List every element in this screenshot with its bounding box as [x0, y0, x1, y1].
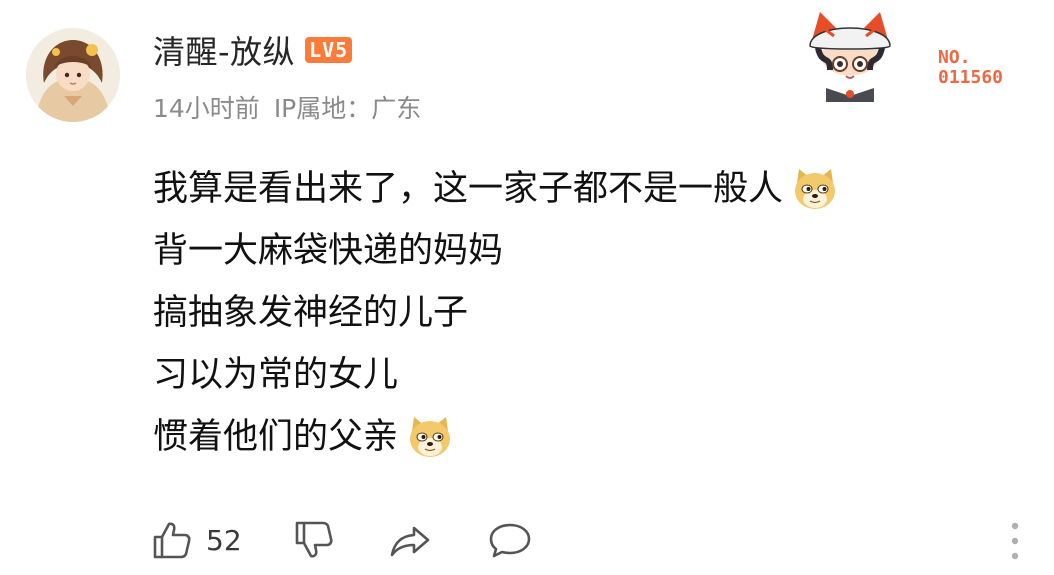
reply-button[interactable]	[488, 518, 532, 562]
comment-meta: 14小时前 IP属地：广东	[153, 89, 421, 125]
like-count: 52	[206, 523, 242, 557]
speech-bubble-icon	[488, 518, 532, 562]
comment-line: 习以为常的女儿	[153, 344, 1013, 406]
level-badge: LV5	[305, 37, 353, 63]
comment-line-text: 习以为常的女儿	[153, 355, 399, 395]
username-row: 清醒-放纵 LV5	[153, 26, 353, 74]
share-arrow-icon	[388, 518, 432, 562]
thumbs-up-icon	[150, 518, 194, 562]
user-avatar[interactable]	[26, 28, 120, 122]
username[interactable]: 清醒-放纵	[153, 27, 295, 73]
comment-content: 我算是看出来了，这一家子都不是一般人 背一大麻袋快递的妈妈 搞抽象发神经的儿子 …	[153, 158, 1013, 468]
doge-emoji	[791, 165, 839, 213]
more-button[interactable]	[1005, 520, 1025, 562]
comment-line: 搞抽象发神经的儿子	[153, 282, 1013, 344]
vertical-dots-icon	[1005, 520, 1025, 562]
like-button[interactable]: 52	[150, 518, 242, 562]
comment-actions: 52	[150, 514, 532, 566]
comment-line-text: 我算是看出来了，这一家子都不是一般人	[153, 169, 784, 209]
thumbs-down-icon	[292, 518, 336, 562]
comment-line: 惯着他们的父亲	[153, 406, 1013, 468]
comment-line-text: 搞抽象发神经的儿子	[153, 293, 469, 333]
share-button[interactable]	[388, 518, 432, 562]
comment-line-text: 惯着他们的父亲	[153, 417, 399, 457]
comment-time: 14小时前	[153, 94, 260, 123]
pendant-number-value: 011560	[938, 67, 1004, 88]
fan-pendant-mascot	[800, 10, 900, 102]
dislike-button[interactable]	[292, 518, 336, 562]
comment-line-text: 背一大麻袋快递的妈妈	[153, 231, 504, 271]
pendant-number: NO. 011560	[938, 48, 1003, 88]
comment-line: 我算是看出来了，这一家子都不是一般人	[153, 158, 1013, 220]
ip-location: IP属地：广东	[273, 94, 422, 123]
comment-line: 背一大麻袋快递的妈妈	[153, 220, 1013, 282]
pendant-number-prefix: NO.	[938, 47, 971, 68]
doge-emoji	[406, 413, 454, 461]
